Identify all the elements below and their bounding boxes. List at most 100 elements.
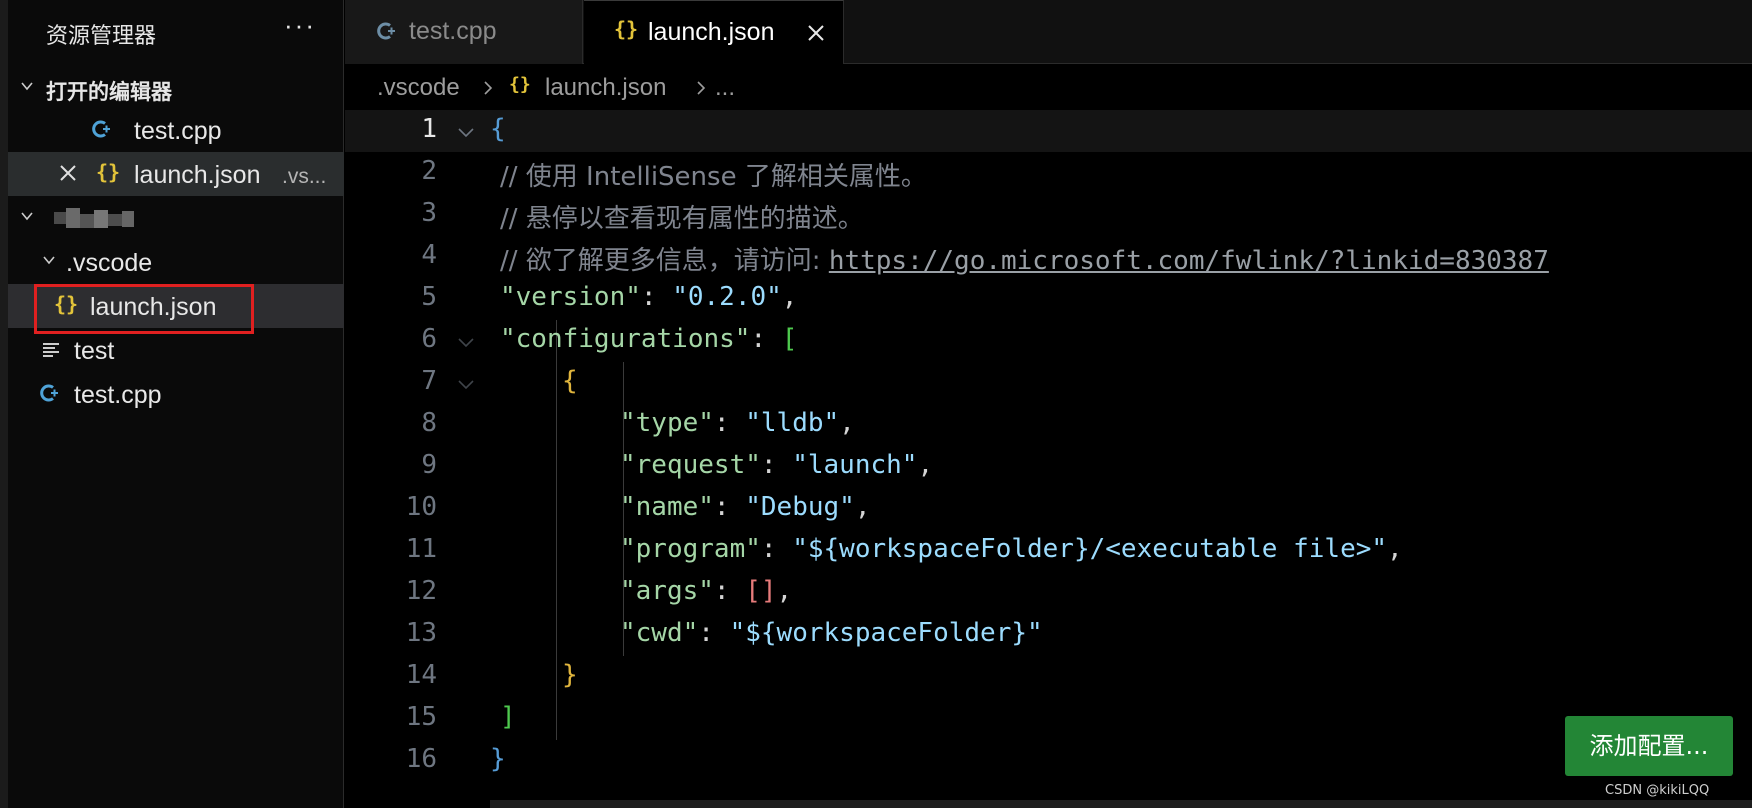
open-editors-section-header[interactable]: 打开的编辑器: [8, 66, 344, 110]
json-key: "type": [620, 408, 714, 438]
code-line: "request": "launch",: [620, 450, 934, 480]
code-line: // 使用 IntelliSense 了解相关属性。: [500, 156, 927, 193]
code-line: "name": "Debug",: [620, 492, 871, 522]
code-link[interactable]: https://go.microsoft.com/fwlink/?linkid=…: [829, 246, 1549, 276]
json-value: "Debug": [745, 492, 855, 522]
json-key: "program": [620, 534, 761, 564]
indent-guide: [556, 320, 557, 740]
open-editor-item-launch-json[interactable]: {} launch.json .vs...: [8, 152, 344, 196]
fold-chevron-icon[interactable]: [457, 378, 475, 390]
explorer-title: 资源管理器: [46, 24, 157, 49]
code-line: ]: [500, 702, 516, 732]
line-number: 4: [421, 240, 437, 270]
code-line: {: [490, 114, 506, 144]
json-key: "version": [500, 282, 641, 312]
json-icon: {}: [96, 160, 121, 184]
json-value: "${workspaceFolder}/<executable file>": [792, 534, 1388, 564]
code-line: "configurations": [: [500, 324, 798, 354]
line-number: 6: [421, 324, 437, 354]
cpp-icon: [38, 382, 60, 404]
line-number: 14: [405, 660, 437, 690]
breadcrumb: .vscode {} launch.json ...: [345, 66, 1752, 110]
json-value: "lldb": [745, 408, 840, 438]
code-editor[interactable]: 1 2 3 4 5 6 7 8 9 10 11 12 13 14 15 16 {…: [345, 110, 1752, 808]
line-number: 16: [405, 744, 437, 774]
tree-item-label: test.cpp: [74, 381, 162, 409]
fold-chevron-icon[interactable]: [457, 126, 475, 138]
explorer-sidebar: 资源管理器 ··· 打开的编辑器 test.cpp {} launch.json…: [0, 0, 344, 808]
line-number: 1: [421, 114, 437, 144]
line-number: 7: [421, 366, 437, 396]
breadcrumb-file[interactable]: launch.json: [545, 74, 666, 102]
tab-label: launch.json: [648, 18, 775, 46]
tab-launch-json[interactable]: {} launch.json: [584, 0, 844, 64]
cpp-icon: [375, 20, 397, 42]
tree-item-label: .vscode: [66, 249, 153, 277]
current-line-highlight: [345, 110, 1752, 152]
close-icon[interactable]: [58, 163, 78, 183]
breadcrumb-folder[interactable]: .vscode: [377, 74, 460, 102]
tree-item-test-cpp[interactable]: test.cpp: [8, 372, 344, 416]
json-key: "request": [620, 450, 761, 480]
chevron-down-icon: [20, 209, 34, 223]
code-line: {: [562, 366, 578, 396]
chevron-right-icon: [482, 80, 494, 96]
highlight-annotation-box: [34, 284, 254, 334]
json-value: "${workspaceFolder}": [729, 618, 1043, 648]
watermark: CSDN @kikiLQQ: [1605, 783, 1710, 798]
json-key: "configurations": [500, 324, 751, 354]
json-key: "name": [620, 492, 714, 522]
tree-folder-vscode[interactable]: .vscode: [8, 240, 344, 284]
tab-label: test.cpp: [409, 17, 497, 45]
code-comment: // 悬停以查看现有属性的描述。: [500, 204, 864, 234]
more-actions-button[interactable]: ···: [284, 10, 316, 41]
chevron-right-icon: [695, 80, 707, 96]
code-line: "type": "lldb",: [620, 408, 855, 438]
code-line: "version": "0.2.0",: [500, 282, 798, 312]
line-number: 8: [421, 408, 437, 438]
code-comment: // 使用 IntelliSense 了解相关属性。: [500, 162, 927, 192]
open-editor-label: test.cpp: [134, 117, 222, 145]
code-line: // 悬停以查看现有属性的描述。: [500, 198, 864, 235]
open-editor-path-detail: .vs...: [282, 165, 327, 188]
line-number: 2: [421, 156, 437, 186]
code-line: "cwd": "${workspaceFolder}": [620, 618, 1043, 648]
line-number: 5: [421, 282, 437, 312]
open-editor-item-test-cpp[interactable]: test.cpp: [8, 108, 344, 152]
horizontal-scrollbar[interactable]: [490, 800, 1752, 808]
json-key: "args": [620, 576, 714, 606]
json-icon: {}: [614, 17, 639, 41]
line-number: 3: [421, 198, 437, 228]
line-number: 10: [405, 492, 437, 522]
line-number: 13: [405, 618, 437, 648]
text-file-icon: [42, 341, 60, 359]
tree-item-test[interactable]: test: [8, 328, 344, 372]
code-line: "args": [],: [620, 576, 793, 606]
line-number: 15: [405, 702, 437, 732]
json-icon: {}: [509, 74, 531, 95]
cpp-icon: [90, 118, 112, 140]
chevron-down-icon: [42, 253, 56, 267]
code-line: }: [490, 744, 506, 774]
workspace-folder-name-redacted: [54, 208, 136, 230]
code-line: // 欲了解更多信息，请访问: https://go.microsoft.com…: [500, 240, 1549, 277]
tab-test-cpp[interactable]: test.cpp: [345, 0, 583, 64]
add-configuration-button[interactable]: 添加配置...: [1565, 716, 1733, 776]
json-value: "launch": [792, 450, 918, 480]
breadcrumb-more[interactable]: ...: [715, 74, 735, 102]
workspace-folder-header[interactable]: [8, 196, 344, 240]
open-editors-label: 打开的编辑器: [46, 80, 172, 104]
line-number: 11: [405, 534, 437, 564]
close-tab-icon[interactable]: [806, 23, 826, 43]
open-editor-label: launch.json: [134, 161, 261, 189]
tree-item-label: test: [74, 337, 115, 365]
line-number: 12: [405, 576, 437, 606]
code-comment: // 欲了解更多信息，请访问:: [500, 246, 829, 276]
json-value: "0.2.0": [672, 282, 782, 312]
line-number: 9: [421, 450, 437, 480]
json-key: "cwd": [620, 618, 699, 648]
chevron-down-icon: [20, 79, 34, 93]
explorer-header: 资源管理器 ···: [0, 0, 344, 64]
fold-chevron-icon[interactable]: [457, 336, 475, 348]
code-line: }: [562, 660, 578, 690]
